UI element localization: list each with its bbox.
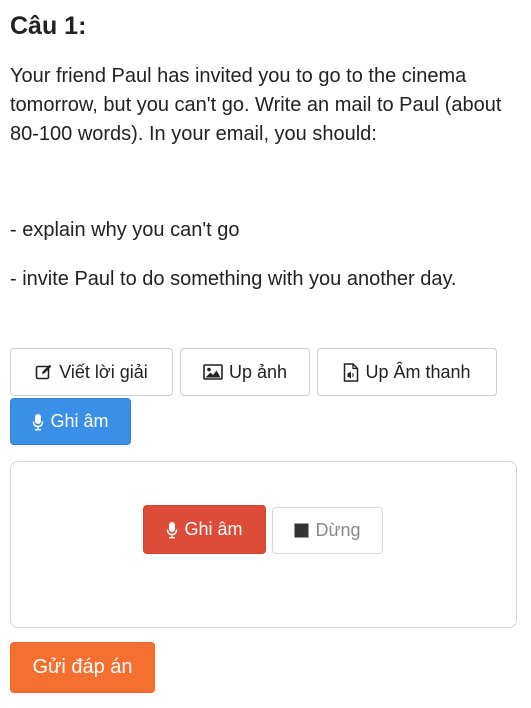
record-tool-button[interactable]: Ghi âm [10,398,131,445]
stop-recording-label: Dừng [315,520,361,540]
pencil-square-icon [35,363,53,381]
upload-audio-button[interactable]: Up Âm thanh [317,348,497,396]
microphone-icon [32,413,44,431]
record-tool-label: Ghi âm [50,411,109,431]
write-answer-button[interactable]: Viết lời giải [10,348,173,396]
audio-file-icon [343,362,359,382]
write-answer-label: Viết lời giải [59,361,148,382]
upload-image-button[interactable]: Up ảnh [180,348,310,396]
upload-audio-label: Up Âm thanh [365,361,471,382]
image-icon [203,364,223,380]
submit-answer-button[interactable]: Gửi đáp án [10,642,155,693]
upload-image-label: Up ảnh [228,361,288,382]
start-recording-label: Ghi âm [184,519,243,539]
stop-square-icon [294,523,309,538]
question-prompt: Your friend Paul has invited you to go t… [10,65,502,145]
question-bullet-1: - explain why you can't go [10,219,240,241]
question-bullet-2: - invite Paul to do something with you a… [10,268,457,290]
question-title: Câu 1: [10,12,87,40]
start-recording-button[interactable]: Ghi âm [143,505,266,554]
microphone-icon [166,521,178,539]
stop-recording-button[interactable]: Dừng [272,507,383,554]
